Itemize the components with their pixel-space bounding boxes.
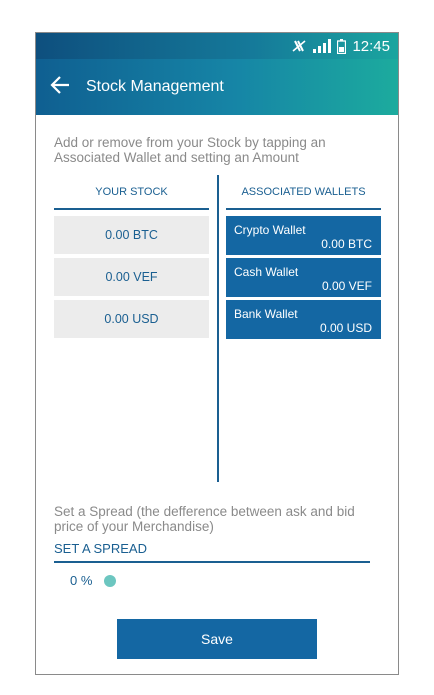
arrow-left-icon: [50, 75, 70, 99]
wallet-name: Cash Wallet: [234, 265, 299, 279]
signal-icon: [313, 39, 332, 53]
spread-value: 0 %: [70, 573, 93, 588]
wallet-cash[interactable]: Cash Wallet 0.00 VEF: [226, 258, 381, 297]
phone-screen: 12:45 Stock Management Add or remove fro…: [35, 32, 399, 675]
stock-item-btc: 0.00 BTC: [54, 216, 209, 254]
stock-value: 0.00 BTC: [105, 228, 158, 242]
associated-wallets-header: ASSOCIATED WALLETS: [241, 186, 366, 198]
spread-slider: 0 %: [70, 573, 117, 588]
wallet-crypto[interactable]: Crypto Wallet 0.00 BTC: [226, 216, 381, 255]
spread-slider-thumb[interactable]: [104, 574, 117, 587]
stock-item-vef: 0.00 VEF: [54, 258, 209, 296]
wallet-bank[interactable]: Bank Wallet 0.00 USD: [226, 300, 381, 339]
stock-item-usd: 0.00 USD: [54, 300, 209, 338]
battery-icon: [337, 38, 347, 54]
wallet-amount: 0.00 VEF: [321, 279, 372, 293]
mute-vibrate-icon: [291, 39, 307, 53]
column-divider: [217, 175, 219, 482]
save-button[interactable]: Save: [117, 619, 317, 659]
spread-description: Set a Spread (the defference between ask…: [54, 504, 355, 534]
page-title: Stock Management: [86, 78, 224, 95]
wallet-name: Crypto Wallet: [234, 223, 306, 237]
your-stock-header: YOUR STOCK: [95, 186, 168, 198]
associated-wallets-underline: [226, 208, 381, 210]
stock-value: 0.00 USD: [104, 312, 159, 326]
wallet-name: Bank Wallet: [234, 307, 298, 321]
intro-text: Add or remove from your Stock by tapping…: [54, 135, 326, 165]
status-bar: 12:45: [36, 33, 398, 59]
set-spread-link[interactable]: SET A SPREAD: [54, 541, 147, 556]
wallet-amount: 0.00 BTC: [321, 237, 372, 251]
status-time: 12:45: [352, 37, 390, 55]
your-stock-underline: [54, 208, 209, 210]
back-button[interactable]: [36, 59, 84, 115]
spread-underline: [54, 561, 370, 563]
wallet-amount: 0.00 USD: [319, 321, 372, 335]
app-bar: Stock Management: [36, 59, 398, 115]
stock-value: 0.00 VEF: [105, 270, 158, 284]
